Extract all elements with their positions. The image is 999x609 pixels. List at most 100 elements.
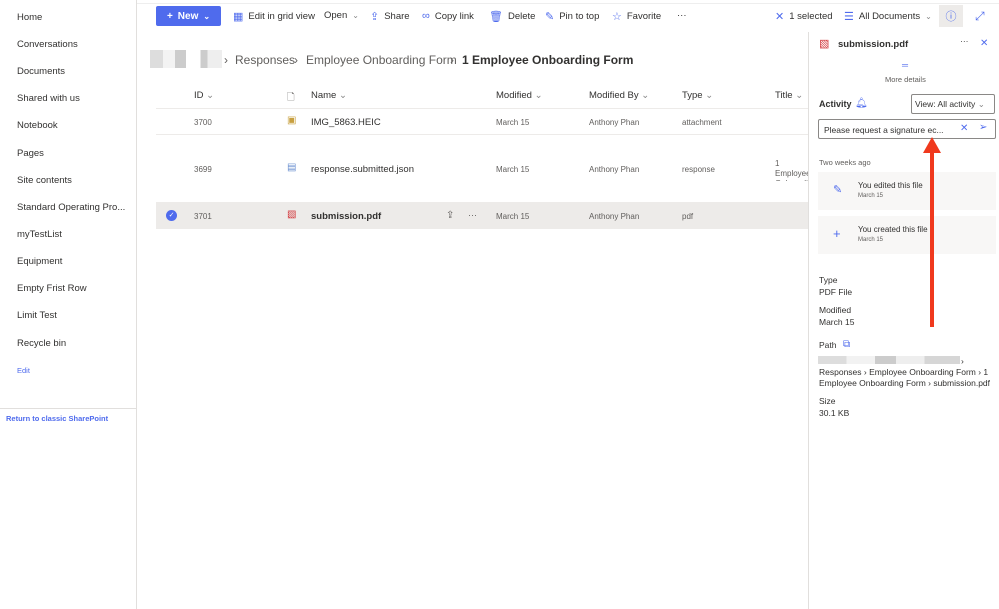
nav-conversations[interactable]: Conversations xyxy=(17,39,78,50)
column-header-modified-by[interactable]: Modified By ⌄ xyxy=(589,90,649,101)
clear-selection-button[interactable]: ✕ 1 selected xyxy=(775,10,833,23)
nav-sop[interactable]: Standard Operating Pro... xyxy=(17,202,125,213)
nav-limit-test[interactable]: Limit Test xyxy=(17,310,57,321)
activity-text: You edited this file xyxy=(858,181,923,190)
breadcrumb-employee-form[interactable]: Employee Onboarding Form xyxy=(306,53,457,67)
panel-more-icon[interactable]: ··· xyxy=(960,36,969,46)
more-actions-button[interactable]: ··· xyxy=(677,10,687,21)
size-value: 30.1 KB xyxy=(819,408,850,418)
nav-notebook[interactable]: Notebook xyxy=(17,120,58,131)
nav-home[interactable]: Home xyxy=(17,12,42,23)
nav-empty-frist-row[interactable]: Empty Frist Row xyxy=(17,283,87,294)
delete-label: Delete xyxy=(507,11,536,22)
left-navigation: Home Conversations Documents Shared with… xyxy=(0,0,137,609)
row-modified-by: Anthony Phan xyxy=(589,212,640,221)
view-selector[interactable]: ☰ All Documents ⌄ xyxy=(844,10,932,23)
nav-documents[interactable]: Documents xyxy=(17,66,65,77)
modified-label: Modified xyxy=(819,305,852,315)
link-icon: ∞ xyxy=(422,10,430,22)
copy-icon[interactable]: ⧉ xyxy=(843,339,850,350)
column-header-type[interactable]: Type ⌄ xyxy=(682,90,713,101)
send-icon[interactable]: ➢ xyxy=(979,122,987,133)
list-icon: ☰ xyxy=(844,11,854,23)
file-type-header-icon[interactable]: 🗋 xyxy=(287,90,295,106)
code-file-icon: ▤ xyxy=(287,162,297,173)
nav-edit-link[interactable]: Edit xyxy=(17,366,30,375)
more-details-link[interactable]: More details xyxy=(885,75,926,84)
copy-link-button[interactable]: ∞ Copy link xyxy=(422,10,474,22)
activity-text: You created this file xyxy=(858,225,928,234)
close-icon: ✕ xyxy=(775,11,785,23)
comment-input[interactable]: Please request a signature ec... xyxy=(818,119,996,139)
nav-mytestlist[interactable]: myTestList xyxy=(17,229,62,240)
pdf-file-icon: ▧ xyxy=(287,209,297,220)
bell-icon[interactable]: 🔔︎ xyxy=(855,98,868,109)
nav-pages[interactable]: Pages xyxy=(17,148,44,159)
activity-view-dropdown[interactable]: View: All activity ⌄ xyxy=(911,94,995,114)
chevron-down-icon: ⌄ xyxy=(925,12,932,21)
pin-label: Pin to top xyxy=(559,11,600,22)
row-modified: March 15 xyxy=(496,118,530,127)
path-value: › Responses › Employee Onboarding Form ›… xyxy=(819,356,991,388)
trash-icon: 🗑︎ xyxy=(489,11,503,23)
pencil-icon: ✎ xyxy=(833,184,843,196)
panel-file-name: submission.pdf xyxy=(838,39,909,50)
pin-icon: ✎ xyxy=(545,11,555,23)
more-icon[interactable]: ··· xyxy=(468,210,477,220)
column-header-name[interactable]: Name ⌄ xyxy=(311,90,347,101)
share-icon[interactable]: ⇪ xyxy=(446,210,454,221)
type-value: PDF File xyxy=(819,287,853,297)
row-id: 3699 xyxy=(194,165,212,174)
checkmark-icon[interactable]: ✓ xyxy=(166,210,177,221)
row-id: 3701 xyxy=(194,212,212,221)
panel-close-icon[interactable]: ✕ xyxy=(980,38,988,49)
favorite-button[interactable]: ☆ Favorite xyxy=(612,10,661,23)
chevron-down-icon: ⌄ xyxy=(352,11,359,20)
share-label: Share xyxy=(384,11,410,22)
nav-equipment[interactable]: Equipment xyxy=(17,256,62,267)
table-row[interactable]: 3700 ▣ IMG_5863.HEIC March 15 Anthony Ph… xyxy=(156,109,808,135)
info-icon[interactable]: ⓘ xyxy=(939,5,963,27)
return-classic-link[interactable]: Return to classic SharePoint xyxy=(6,414,108,423)
row-modified-by: Anthony Phan xyxy=(589,118,640,127)
type-label: Type xyxy=(819,275,838,285)
nav-site-contents[interactable]: Site contents xyxy=(17,175,72,186)
nav-recycle-bin[interactable]: Recycle bin xyxy=(17,338,66,349)
row-name[interactable]: response.submitted.json xyxy=(311,164,414,175)
pdf-file-icon: ▧ xyxy=(819,38,830,50)
table-row-selected[interactable]: ✓ 3701 ▧ submission.pdf ⇪ ··· March 15 A… xyxy=(156,203,808,229)
share-button[interactable]: ⇪ Share xyxy=(370,10,410,23)
pin-button[interactable]: ✎ Pin to top xyxy=(545,10,599,23)
breadcrumb-separator: › xyxy=(294,53,298,67)
drag-handle-icon[interactable]: ═ xyxy=(902,60,908,70)
edit-grid-button[interactable]: ▦ Edit in grid view xyxy=(233,10,315,23)
modified-value: March 15 xyxy=(819,317,855,327)
breadcrumb-responses[interactable]: Responses xyxy=(235,53,295,67)
activity-date: March 15 xyxy=(858,237,884,243)
share-icon: ⇪ xyxy=(370,11,380,23)
table-row[interactable]: 3699 ▤ response.submitted.json March 15 … xyxy=(156,135,808,203)
plus-icon: + xyxy=(166,10,173,22)
column-header-id[interactable]: ID ⌄ xyxy=(194,90,214,101)
open-button[interactable]: Open ⌄ xyxy=(324,10,359,21)
comment-value: Please request a signature ec... xyxy=(824,125,944,135)
clear-icon[interactable]: ✕ xyxy=(960,123,968,134)
row-type: attachment xyxy=(682,118,722,127)
new-button[interactable]: + New ⌄ xyxy=(156,6,221,26)
path-label: Path xyxy=(819,340,837,350)
row-type: pdf xyxy=(682,212,694,221)
row-modified-by: Anthony Phan xyxy=(589,165,640,174)
row-name[interactable]: IMG_5863.HEIC xyxy=(311,117,381,128)
row-name[interactable]: submission.pdf xyxy=(311,211,381,222)
activity-date: March 15 xyxy=(858,193,884,199)
nav-shared-with-us[interactable]: Shared with us xyxy=(17,93,80,104)
view-select-value: View: All activity xyxy=(915,99,976,109)
delete-button[interactable]: 🗑︎ Delete xyxy=(489,10,535,23)
column-header-modified[interactable]: Modified ⌄ xyxy=(496,90,543,101)
selected-count: 1 selected xyxy=(789,11,833,22)
expand-icon[interactable]: ⤢ xyxy=(975,9,985,24)
breadcrumb-current: 1 Employee Onboarding Form xyxy=(462,53,634,67)
row-title: 1 Employee Onboarding xyxy=(775,159,808,181)
column-header-title[interactable]: Title ⌄ xyxy=(775,90,803,101)
arrow-head xyxy=(923,137,941,153)
